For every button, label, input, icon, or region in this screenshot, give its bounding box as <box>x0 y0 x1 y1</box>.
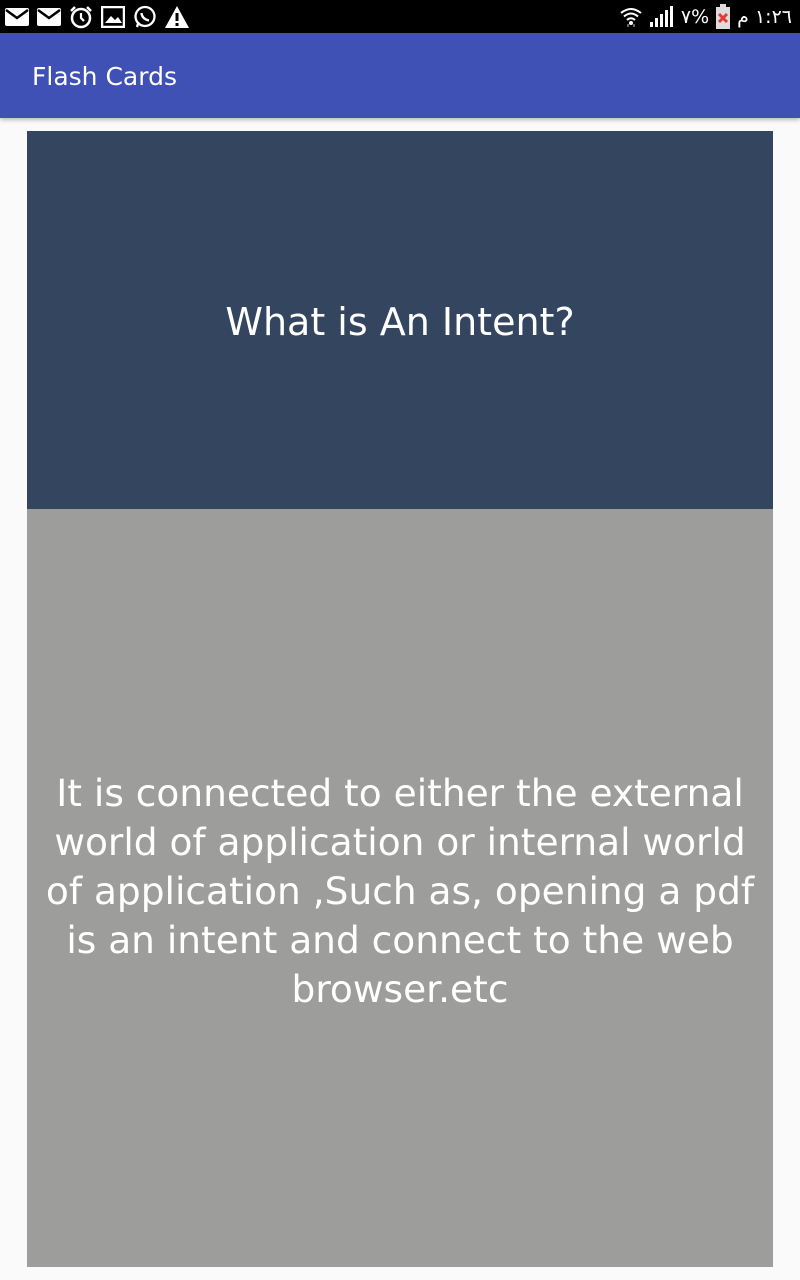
answer-text: It is connected to either the external w… <box>45 770 755 1011</box>
wifi-icon <box>619 5 643 29</box>
clock-time: ١:٢٦ م <box>737 5 792 28</box>
question-text: What is An Intent? <box>225 300 575 344</box>
alarm-clock-icon <box>68 5 94 29</box>
app-title: Flash Cards <box>32 62 177 91</box>
image-icon <box>100 5 126 29</box>
battery-percent: ٧% <box>680 5 710 28</box>
signal-icon <box>649 5 675 28</box>
battery-icon <box>715 3 731 30</box>
flash-card-answer[interactable]: It is connected to either the external w… <box>27 509 773 1267</box>
flash-card-question[interactable]: What is An Intent? <box>27 131 773 509</box>
app-bar: Flash Cards <box>0 33 800 118</box>
status-bar: ٧% ١:٢٦ م <box>0 0 800 33</box>
mail-icon <box>36 5 62 29</box>
system-icons: ٧% ١:٢٦ م <box>619 3 792 30</box>
warning-icon <box>164 5 190 29</box>
whatsapp-icon <box>132 5 158 29</box>
notification-icons <box>4 4 190 29</box>
mail-icon <box>4 5 30 29</box>
